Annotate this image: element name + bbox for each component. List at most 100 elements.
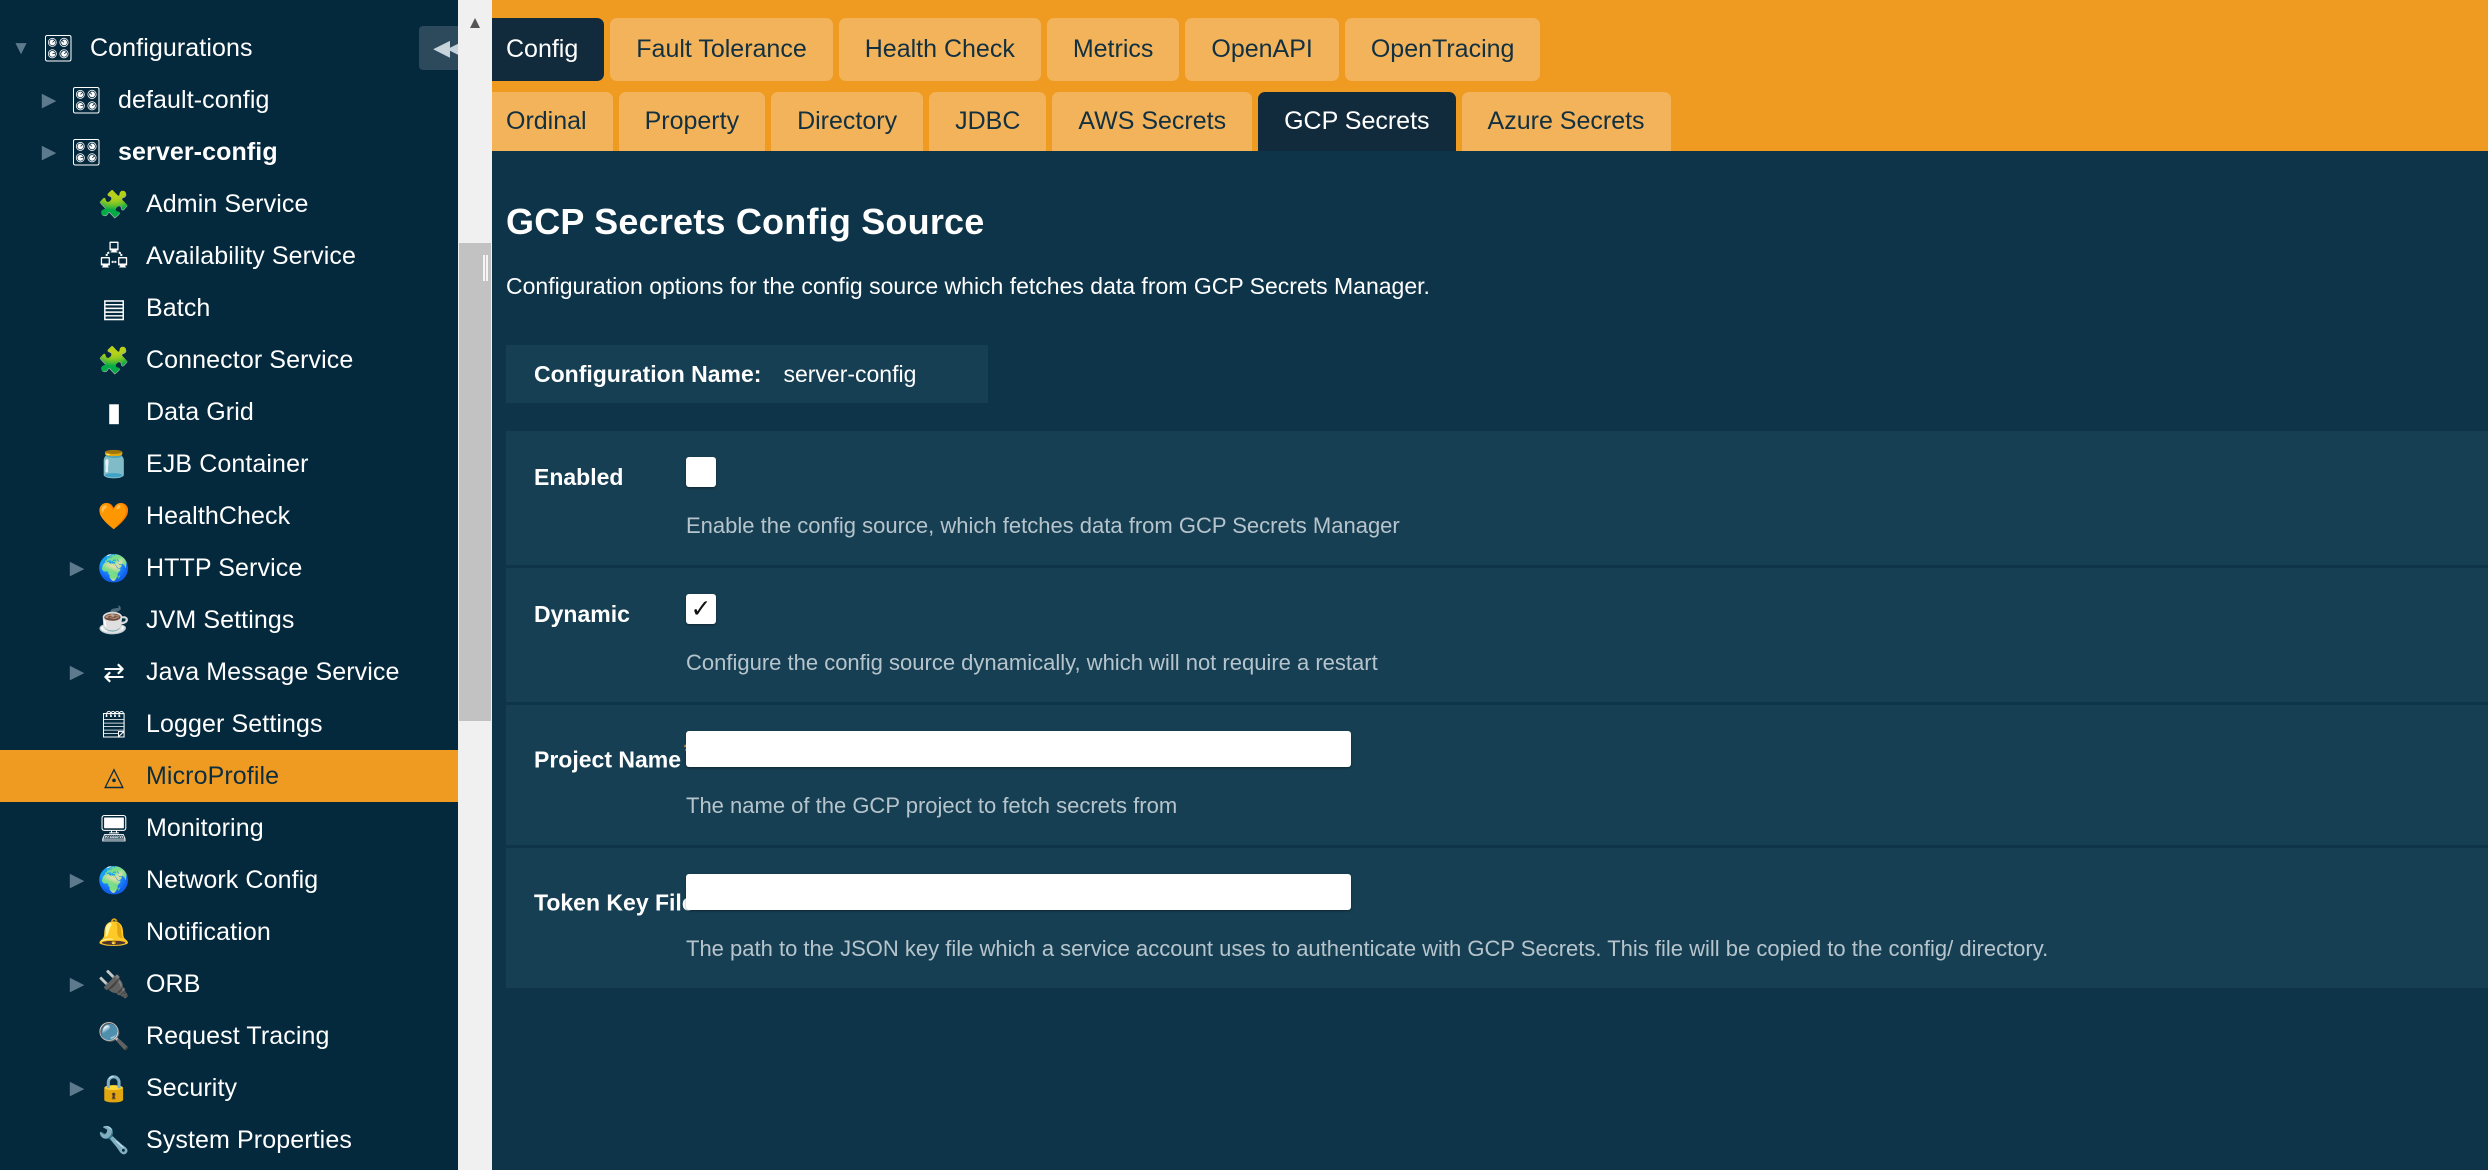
exchange-arrows-icon: ⇄ bbox=[92, 656, 136, 688]
tab-gcp-secrets[interactable]: GCP Secrets bbox=[1258, 92, 1455, 151]
sidebar-item-label: Admin Service bbox=[146, 190, 308, 219]
sidebar-item-notification[interactable]: ▶🔔Notification bbox=[0, 906, 458, 958]
tab-property[interactable]: Property bbox=[619, 92, 765, 151]
form-row-dynamic: Dynamic ✓ Configure the config source dyna… bbox=[506, 568, 2488, 705]
sidebar-item-orb[interactable]: ▶🔌ORB bbox=[0, 958, 458, 1010]
field-label-text: Enabled bbox=[534, 464, 623, 490]
field-hint: Configure the config source dynamically,… bbox=[686, 650, 2458, 676]
expand-twisty-closed-icon[interactable]: ▶ bbox=[62, 559, 92, 578]
tab-azure-secrets[interactable]: Azure Secrets bbox=[1462, 92, 1671, 151]
sidebar-item-label: System Properties bbox=[146, 1126, 352, 1155]
checkbox-enabled[interactable] bbox=[686, 457, 716, 487]
tab-opentracing[interactable]: OpenTracing bbox=[1345, 18, 1541, 81]
lock-icon: 🔒 bbox=[92, 1072, 136, 1104]
tab-directory[interactable]: Directory bbox=[771, 92, 923, 151]
sidebar-item-label: HTTP Service bbox=[146, 554, 302, 583]
sidebar-item-default-config[interactable]: ▶🎛 default-config bbox=[0, 74, 458, 126]
bell-icon: 🔔 bbox=[92, 916, 136, 948]
form-row-token-key-file: Token Key File*The path to the JSON key … bbox=[506, 848, 2488, 991]
expand-twisty-closed-icon[interactable]: ▶ bbox=[62, 1079, 92, 1098]
tab-ordinal[interactable]: Ordinal bbox=[480, 92, 613, 151]
sidebar-item-availability-service[interactable]: ▶🖧Availability Service bbox=[0, 230, 458, 282]
field-control: Enable the config source, which fetches … bbox=[686, 457, 2488, 539]
sidebar-item-configurations[interactable]: ▼🎛Configurations bbox=[0, 22, 458, 74]
checklist-icon: 🗒 bbox=[92, 708, 136, 740]
checkbox-dynamic[interactable]: ✓ bbox=[686, 594, 716, 624]
expand-twisty-open-icon[interactable]: ▼ bbox=[6, 39, 36, 58]
field-hint: Enable the config source, which fetches … bbox=[686, 513, 2458, 539]
sidebar-item-batch[interactable]: ▶▤Batch bbox=[0, 282, 458, 334]
sidebar-item-label: Monitoring bbox=[146, 814, 264, 843]
sidebar-item-logger-settings[interactable]: ▶🗒Logger Settings bbox=[0, 698, 458, 750]
field-label-text: Dynamic bbox=[534, 601, 630, 627]
expand-twisty-closed-icon[interactable]: ▶ bbox=[34, 91, 64, 110]
tab-config[interactable]: Config bbox=[480, 18, 604, 81]
sidebar-item-label: default-config bbox=[118, 86, 270, 115]
field-label-text: Token Key File bbox=[534, 890, 695, 916]
tab-health-check[interactable]: Health Check bbox=[839, 18, 1041, 81]
sidebar-item-ejb-container[interactable]: ▶🫙EJB Container bbox=[0, 438, 458, 490]
field-label: Enabled bbox=[506, 457, 686, 539]
field-control: The name of the GCP project to fetch sec… bbox=[686, 731, 2488, 819]
tab-metrics[interactable]: Metrics bbox=[1047, 18, 1180, 81]
field-label: Project Name* bbox=[506, 731, 686, 819]
sliders-icon: 🎛 bbox=[64, 84, 108, 116]
tab-fault-tolerance[interactable]: Fault Tolerance bbox=[610, 18, 832, 81]
sidebar-item-label: Network Config bbox=[146, 866, 318, 895]
navigation-sidebar: ▼🎛Configurations▶🎛default-config▶🎛server… bbox=[0, 0, 458, 1170]
scroll-up-arrow-icon[interactable]: ▲ bbox=[458, 14, 492, 31]
input-project-name[interactable] bbox=[686, 731, 1351, 767]
sidebar-item-label: Java Message Service bbox=[146, 658, 400, 687]
input-token-key-file[interactable] bbox=[686, 874, 1351, 910]
sidebar-item-network-config[interactable]: ▶🌍 Network Config bbox=[0, 854, 458, 906]
sidebar-item-request-tracing[interactable]: ▶🔍Request Tracing bbox=[0, 1010, 458, 1062]
sidebar-item-java-message-service[interactable]: ▶⇄ Java Message Service bbox=[0, 646, 458, 698]
sidebar-item-security[interactable]: ▶🔒Security bbox=[0, 1062, 458, 1114]
sidebar-item-label: Availability Service bbox=[146, 242, 356, 271]
expand-twisty-closed-icon[interactable]: ▶ bbox=[34, 143, 64, 162]
heart-icon: 🧡 bbox=[92, 500, 136, 532]
main-content: ConfigFault ToleranceHealth CheckMetrics… bbox=[458, 0, 2488, 1170]
sidebar-item-http-service[interactable]: ▶🌍 HTTP Service bbox=[0, 542, 458, 594]
cable-icon: 🔌 bbox=[92, 968, 136, 1000]
field-label-text: Project Name bbox=[534, 747, 681, 773]
sidebar-item-label: Logger Settings bbox=[146, 710, 323, 739]
tab-jdbc[interactable]: JDBC bbox=[929, 92, 1046, 151]
globe-icon: 🌍 bbox=[92, 552, 136, 584]
sidebar-item-label: Configurations bbox=[90, 34, 253, 63]
tab-bar: ConfigFault ToleranceHealth CheckMetrics… bbox=[458, 0, 2488, 151]
monitor-icon: 🖥 bbox=[92, 812, 136, 844]
sidebar-item-admin-service[interactable]: ▶🧩Admin Service bbox=[0, 178, 458, 230]
form-row-enabled: Enabled Enable the config source, which f… bbox=[506, 431, 2488, 568]
sidebar-item-label: Request Tracing bbox=[146, 1022, 330, 1051]
tab-aws-secrets[interactable]: AWS Secrets bbox=[1052, 92, 1252, 151]
field-label: Dynamic bbox=[506, 594, 686, 676]
sidebar-item-server-config[interactable]: ▶🎛server-config bbox=[0, 126, 458, 178]
sidebar-item-connector-service[interactable]: ▶🧩Connector Service bbox=[0, 334, 458, 386]
magnifier-icon: 🔍 bbox=[92, 1020, 136, 1052]
field-hint: The name of the GCP project to fetch sec… bbox=[686, 793, 2458, 819]
sidebar-item-data-grid[interactable]: ▶▮Data Grid bbox=[0, 386, 458, 438]
expand-twisty-closed-icon[interactable]: ▶ bbox=[62, 663, 92, 682]
sidebar-item-label: EJB Container bbox=[146, 450, 309, 479]
globe-icon: 🌍 bbox=[92, 864, 136, 896]
sliders-icon: 🎛 bbox=[64, 136, 108, 168]
sidebar-item-system-properties[interactable]: ▶🔧System Properties bbox=[0, 1114, 458, 1166]
sidebar-item-label: Batch bbox=[146, 294, 210, 323]
expand-twisty-closed-icon[interactable]: ▶ bbox=[62, 871, 92, 890]
sidebar-scrollbar[interactable]: ▲ bbox=[458, 0, 492, 1170]
sidebar-item-label: Notification bbox=[146, 918, 271, 947]
sidebar-item-monitoring[interactable]: ▶🖥Monitoring bbox=[0, 802, 458, 854]
wrench-icon: 🔧 bbox=[92, 1124, 136, 1156]
primary-tab-row: ConfigFault ToleranceHealth CheckMetrics… bbox=[480, 18, 2488, 81]
sidebar-item-microprofile[interactable]: ▶◬MicroProfile bbox=[0, 750, 458, 802]
sidebar-item-jvm-settings[interactable]: ▶☕JVM Settings bbox=[0, 594, 458, 646]
expand-twisty-closed-icon[interactable]: ▶ bbox=[62, 975, 92, 994]
content-panel: GCP Secrets Config Source Configuration … bbox=[458, 151, 2488, 1161]
list-icon: ▤ bbox=[92, 292, 136, 324]
scrollbar-thumb[interactable] bbox=[459, 243, 491, 721]
collapse-sidebar-button[interactable]: ◀◀ bbox=[419, 26, 458, 70]
application-window: ▼🎛Configurations▶🎛default-config▶🎛server… bbox=[0, 0, 2488, 1170]
tab-openapi[interactable]: OpenAPI bbox=[1185, 18, 1338, 81]
sidebar-item-healthcheck[interactable]: ▶🧡HealthCheck bbox=[0, 490, 458, 542]
